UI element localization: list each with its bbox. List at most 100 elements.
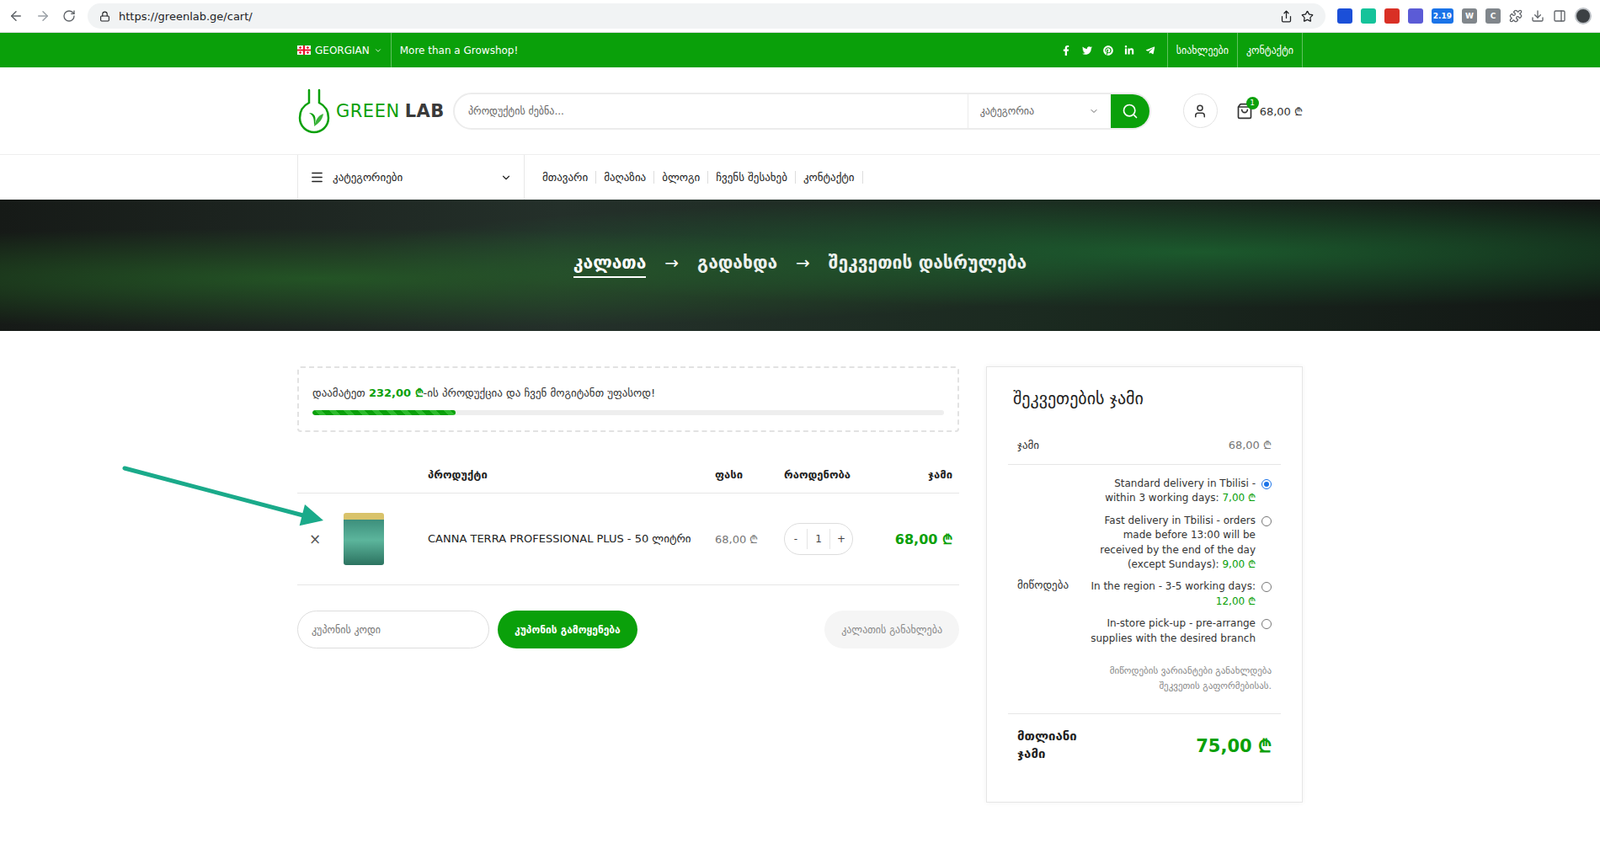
page: https://greenlab.ge/cart/2.19 WC GEORGIAN M… — [0, 0, 1600, 843]
search-icon — [1121, 102, 1139, 120]
column-header: ჯამი — [878, 468, 960, 481]
search-input[interactable]: პროდუქტის ძებნა... — [454, 94, 968, 128]
checkout-steps: კალათა → გადახდა → შეკვეთის დასრულება — [573, 252, 1027, 278]
download-icon[interactable] — [1530, 9, 1545, 23]
delivery-row: მიწოდებაStandard delivery in Tbilisi - w… — [1008, 464, 1281, 715]
chevron-down-icon — [373, 46, 383, 55]
categories-menu[interactable]: კატეგორიები — [297, 154, 525, 200]
delivery-option[interactable]: Fast delivery in Tbilisi - orders made b… — [1084, 513, 1272, 573]
free-shipping-progress — [312, 410, 944, 416]
coupon-input[interactable]: კუპონის კოდი — [297, 610, 490, 649]
tagline: More than a Growshop! — [391, 32, 528, 68]
checkout-step[interactable]: კალათა — [573, 252, 647, 278]
address-bar[interactable]: https://greenlab.ge/cart/ — [87, 3, 1326, 29]
site-header: GREENLABპროდუქტის ძებნა...კატეგორია168,0… — [0, 67, 1600, 155]
main-nav: კატეგორიები მთავარიმაღაზიაბლოგიჩვენს შესა… — [0, 154, 1600, 200]
extension-button[interactable]: C — [1485, 8, 1501, 24]
nav-link[interactable]: ბლოგი — [654, 170, 709, 184]
extension-button[interactable]: 2.19 — [1431, 8, 1454, 24]
category-select[interactable]: კატეგორია — [967, 94, 1111, 128]
extension-button[interactable] — [1337, 8, 1353, 24]
extension-button[interactable] — [1360, 8, 1376, 24]
brand-word: LAB — [405, 101, 445, 122]
remove-item-button[interactable]: × — [297, 530, 344, 548]
delivery-note: მიწოდების ვარიანტები განახლდება შეკვეთის… — [1084, 663, 1272, 694]
search-bar: პროდუქტის ძებნა...კატეგორია — [453, 92, 1152, 130]
search-button[interactable] — [1110, 94, 1150, 128]
nav-link[interactable]: ჩვენს შესახებ — [708, 170, 796, 184]
quantity-input[interactable]: 1 — [806, 528, 831, 550]
chevron-down-icon — [1088, 106, 1099, 117]
telegram-icon[interactable] — [1145, 45, 1156, 56]
extension-button[interactable]: W — [1461, 8, 1478, 24]
quantity-stepper: -1+ — [784, 522, 854, 555]
cart-table-header: პროდუქტიფასირაოდენობაჯამი — [297, 455, 960, 494]
bookmark-star-icon[interactable] — [1301, 10, 1314, 23]
forward-arrow-icon[interactable] — [35, 8, 51, 24]
flask-leaf-logo-icon — [297, 87, 331, 135]
extensions: 2.19 WC — [1337, 7, 1592, 25]
step-separator: → — [664, 252, 679, 278]
page-banner: კალათა → გადახდა → შეკვეთის დასრულება — [0, 199, 1600, 331]
nav-link[interactable]: მთავარი — [534, 170, 597, 184]
top-bar: GEORGIAN More than a Growshop! სიახლეებიკო… — [0, 32, 1600, 68]
logo[interactable]: GREENLAB — [297, 87, 454, 135]
apply-coupon-button[interactable]: კუპონის გამოყენება — [497, 610, 638, 649]
nav-link[interactable]: კონტაქტი — [795, 170, 864, 184]
delivery-option[interactable]: In-store pick-up - pre-arrange supplies … — [1084, 616, 1272, 646]
chevron-down-icon — [500, 171, 512, 184]
column-header: ფასი — [714, 468, 784, 481]
cart-total: 68,00 ₾ — [1259, 103, 1303, 119]
annotation-arrow-icon — [117, 461, 337, 538]
nav-link[interactable]: მაღაზია — [596, 170, 655, 184]
side-panel-icon[interactable] — [1552, 9, 1567, 23]
checkout-step[interactable]: შეკვეთის დასრულება — [828, 252, 1027, 278]
share-icon[interactable] — [1280, 10, 1293, 23]
total-row: მთლიანი ჯამი75,00 ₾ — [1008, 714, 1281, 777]
pinterest-icon[interactable] — [1103, 45, 1114, 56]
linkedin-icon[interactable] — [1124, 45, 1135, 56]
step-separator: → — [795, 252, 811, 278]
extension-button[interactable] — [1384, 8, 1400, 24]
profile-avatar[interactable] — [1574, 7, 1592, 25]
top-link[interactable]: სიახლეები — [1167, 32, 1238, 68]
cart-row: × CANNA TERRA PROFESSIONAL PLUS - 50 ლიტრ… — [297, 493, 960, 586]
subtotal-row: ჯამი68,00 ₾ — [1008, 425, 1281, 465]
reload-icon[interactable] — [62, 9, 76, 23]
delivery-option[interactable]: In the region - 3-5 working days: 12,00 … — [1084, 579, 1272, 609]
language-label: GEORGIAN — [314, 44, 370, 57]
top-link[interactable]: კონტაქტი — [1237, 32, 1303, 68]
product-image[interactable] — [343, 512, 384, 566]
cart-totals-card: შეკვეთების ჯამი ჯამი68,00 ₾მიწოდებაStanda… — [986, 366, 1303, 803]
radio-button[interactable] — [1261, 516, 1272, 527]
free-shipping-notice: დაამატეთ 232,00 ₾-ის პროდუქცია და ჩვენ მ… — [297, 366, 960, 432]
extensions-puzzle-icon[interactable] — [1509, 9, 1523, 23]
checkout-step[interactable]: გადახდა — [697, 252, 778, 278]
delivery-option[interactable]: Standard delivery in Tbilisi - within 3 … — [1084, 476, 1272, 507]
twitter-icon[interactable] — [1082, 45, 1093, 56]
radio-button[interactable] — [1261, 581, 1272, 592]
user-icon — [1192, 103, 1208, 119]
cart-button[interactable]: 168,00 ₾ — [1236, 102, 1303, 120]
social-links — [1061, 45, 1168, 56]
coupon-row: კუპონის კოდიკუპონის გამოყენება კალათის გა… — [297, 610, 960, 649]
row-subtotal: 68,00 ₾ — [878, 529, 960, 549]
hamburger-icon — [309, 170, 325, 185]
product-name[interactable]: CANNA TERRA PROFESSIONAL PLUS - 50 ლიტრი — [427, 531, 715, 547]
brand-word: GREEN — [336, 101, 400, 122]
update-cart-button[interactable]: კალათის განახლება — [824, 610, 960, 649]
decrement-button[interactable]: - — [784, 533, 807, 545]
card-title: შეკვეთების ჯამი — [1008, 388, 1281, 409]
back-arrow-icon[interactable] — [8, 8, 24, 24]
georgia-flag-icon — [297, 45, 311, 55]
browser-toolbar: https://greenlab.ge/cart/2.19 WC — [0, 0, 1600, 33]
account-button[interactable] — [1183, 93, 1218, 128]
language-switcher[interactable]: GEORGIAN — [297, 32, 392, 68]
product-price: 68,00 ₾ — [714, 531, 784, 547]
increment-button[interactable]: + — [830, 533, 853, 545]
extension-button[interactable] — [1408, 8, 1424, 24]
column-header: პროდუქტი — [427, 468, 715, 481]
radio-button[interactable] — [1261, 618, 1272, 630]
facebook-icon[interactable] — [1061, 45, 1072, 56]
radio-button[interactable] — [1261, 479, 1272, 490]
